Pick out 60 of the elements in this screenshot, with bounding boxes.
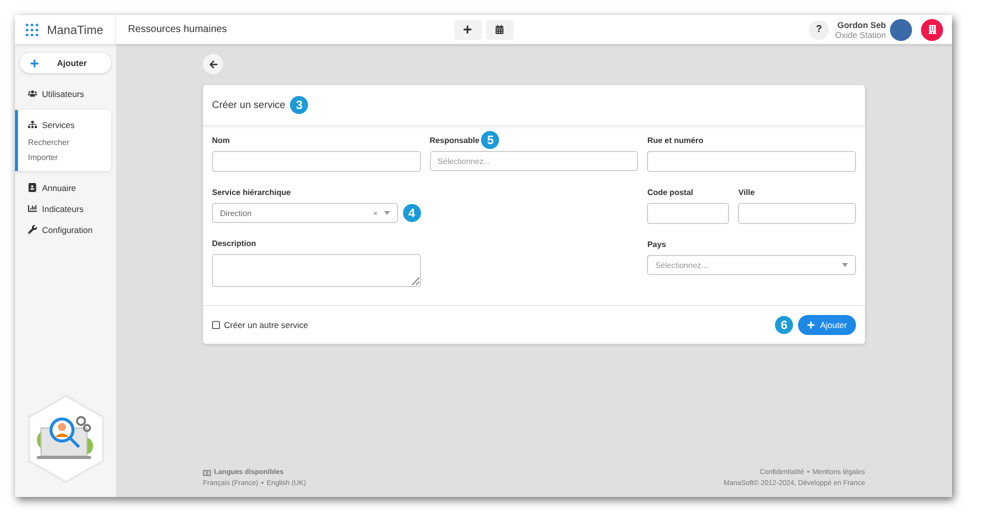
plus-icon bbox=[807, 321, 816, 329]
nav-item[interactable]: Annuaire bbox=[15, 177, 116, 198]
submit-button[interactable]: Ajouter bbox=[798, 315, 856, 335]
clear-icon: × bbox=[372, 208, 378, 218]
back-button[interactable] bbox=[203, 54, 223, 74]
text-field[interactable] bbox=[738, 203, 856, 224]
step-badge: 6 bbox=[775, 316, 794, 334]
section-title: Ressources humaines bbox=[128, 24, 227, 35]
step-badge: 5 bbox=[481, 131, 500, 149]
address-book-icon bbox=[28, 183, 37, 192]
nav-label: Configuration bbox=[42, 224, 93, 234]
field-label: Description bbox=[212, 238, 256, 248]
app-name: ManaTime bbox=[47, 22, 104, 36]
text-field[interactable] bbox=[647, 203, 730, 224]
nav-item[interactable]: Indicateurs bbox=[15, 198, 116, 219]
add-button[interactable] bbox=[454, 20, 482, 40]
calendar-button[interactable] bbox=[486, 20, 514, 40]
help-button[interactable]: ? bbox=[808, 20, 829, 40]
building-icon bbox=[928, 25, 936, 34]
select-field[interactable]: Direction × bbox=[212, 203, 398, 223]
sitemap-icon bbox=[28, 120, 37, 129]
nav-label: Indicateurs bbox=[42, 204, 84, 214]
field-label: Code postal bbox=[647, 188, 694, 196]
users-icon bbox=[28, 89, 37, 98]
form-title: Créer un service bbox=[212, 100, 286, 110]
nav-item[interactable]: Utilisateurs bbox=[15, 83, 116, 104]
step-badge: 3 bbox=[290, 96, 308, 114]
step-badge: 4 bbox=[402, 204, 421, 222]
field-label: Nom bbox=[212, 136, 230, 144]
text-field[interactable] bbox=[647, 151, 856, 172]
plus-icon bbox=[463, 25, 472, 34]
building-button[interactable] bbox=[921, 18, 943, 40]
field-label: Responsable bbox=[430, 136, 480, 144]
another-service-checkbox[interactable]: Créer un autre service bbox=[212, 320, 308, 330]
nav-subitem[interactable]: Rechercher bbox=[18, 135, 111, 150]
back-icon bbox=[208, 60, 218, 68]
text-area[interactable] bbox=[212, 254, 421, 287]
field-label: Rue et numéro bbox=[647, 136, 704, 144]
plus-icon bbox=[30, 58, 39, 68]
avatar bbox=[890, 18, 912, 40]
wrench-icon bbox=[28, 225, 37, 234]
nav-item[interactable]: Services Rechercher Importer bbox=[15, 110, 111, 171]
caret-icon bbox=[842, 263, 848, 267]
nav-item[interactable]: Configuration bbox=[15, 219, 116, 240]
chart-icon bbox=[28, 204, 37, 213]
logo-icon bbox=[25, 22, 39, 36]
nav-subitem[interactable]: Importer bbox=[18, 150, 111, 165]
text-field[interactable] bbox=[212, 151, 421, 172]
caret-icon bbox=[384, 211, 390, 215]
nav-label: Annuaire bbox=[42, 182, 76, 192]
field-label: Pays bbox=[647, 240, 666, 248]
nav-label: Utilisateurs bbox=[42, 88, 84, 98]
field-label: Ville bbox=[738, 188, 755, 196]
flag-icon bbox=[203, 470, 211, 476]
field-label: Service hiérarchique bbox=[212, 188, 291, 196]
calendar-icon bbox=[495, 25, 504, 34]
add-button[interactable]: Ajouter bbox=[20, 53, 111, 73]
nav-label: Services bbox=[42, 120, 75, 130]
company-name: Oxide Station bbox=[834, 30, 886, 40]
user-name: Gordon Seb bbox=[837, 20, 886, 30]
